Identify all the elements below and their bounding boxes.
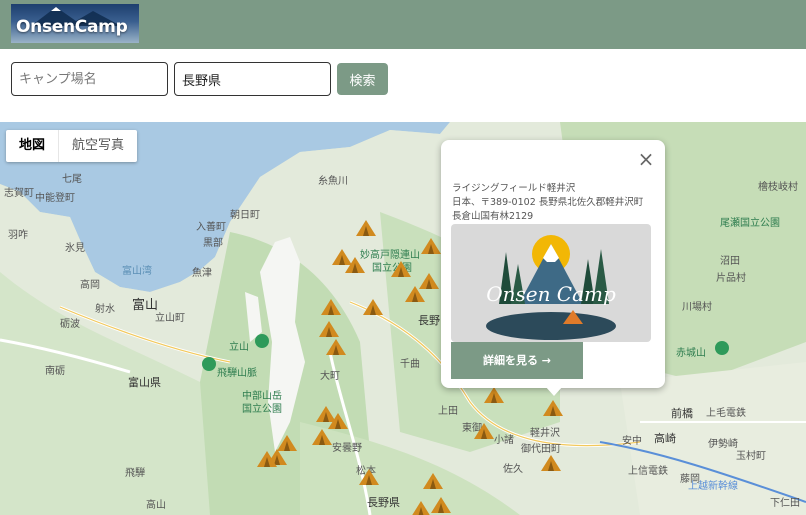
map-type-satellite-button[interactable]: 航空写真: [58, 130, 137, 162]
tent-marker-icon[interactable]: [483, 386, 505, 404]
campsite-address: 日本、〒389-0102 長野県北佐久郡軽井沢町長倉山国有林2129: [452, 197, 644, 222]
tent-marker-icon[interactable]: [422, 472, 444, 490]
map-label: 高岡: [80, 280, 100, 291]
map-label: 南砺: [45, 366, 65, 377]
tent-marker-icon[interactable]: [256, 450, 278, 468]
map-type-map-button[interactable]: 地図: [6, 130, 58, 162]
map-label: 氷見: [65, 243, 85, 254]
map-label: 伊勢崎: [708, 439, 738, 450]
logo-text: OnsenCamp: [16, 17, 128, 37]
map-label: 玉村町: [736, 451, 766, 462]
tent-marker-icon[interactable]: [318, 320, 340, 338]
campsite-name: ライジングフィールド軽井沢: [452, 183, 576, 194]
tent-marker-icon[interactable]: [344, 256, 366, 274]
map-label: 安中: [622, 436, 642, 447]
tent-marker-icon[interactable]: [404, 285, 426, 303]
tent-marker-icon[interactable]: [320, 298, 342, 316]
map-label: 砺波: [60, 319, 80, 330]
map-label: 千曲: [400, 359, 420, 370]
map-type-control: 地図 航空写真: [6, 130, 138, 162]
campsite-name-input[interactable]: [11, 62, 168, 96]
map-label: 片品村: [716, 273, 746, 284]
map-label: 高崎: [654, 432, 676, 445]
map-label: 沼田: [720, 256, 740, 267]
app-header: OnsenCamp: [0, 0, 806, 49]
map-label: 尾瀬国立公園: [720, 218, 780, 229]
map-label: 佐久: [503, 464, 523, 475]
map-label: 前橋: [671, 407, 693, 420]
map-label: 上信電鉄: [628, 466, 668, 477]
tent-marker-icon[interactable]: [430, 496, 452, 514]
tent-marker-icon[interactable]: [390, 260, 412, 278]
close-icon[interactable]: ×: [637, 149, 655, 169]
tent-marker-icon[interactable]: [473, 422, 495, 440]
map-label: 黒部: [203, 238, 223, 249]
map-view[interactable]: 地図 航空写真 七尾 志賀町 中能登町 羽咋 氷見 富山湾 高岡 射水 富山 砺…: [0, 122, 806, 515]
prefecture-input[interactable]: [174, 62, 331, 96]
map-label: 羽咋: [8, 230, 28, 241]
map-label: 入善町: [196, 222, 226, 233]
map-label: 檜枝岐村: [758, 182, 798, 193]
search-button[interactable]: 検索: [337, 63, 388, 95]
map-label: 大町: [320, 371, 340, 382]
campsite-image-caption: Onsen Camp: [486, 282, 616, 306]
map-label: 立山: [229, 342, 249, 353]
map-label: 小諸: [494, 435, 514, 446]
map-label: 軽井沢: [530, 428, 560, 439]
map-label: 高山: [146, 500, 166, 511]
map-label: 国立公園: [242, 404, 282, 415]
tent-marker-icon[interactable]: [540, 454, 562, 472]
tent-marker-icon[interactable]: [362, 298, 384, 316]
map-label: 赤城山: [676, 348, 706, 359]
map-label: 七尾: [62, 174, 82, 185]
tent-marker-icon[interactable]: [325, 338, 347, 356]
map-label: 安曇野: [332, 443, 362, 454]
map-label: 富山県: [128, 376, 161, 389]
map-label: 長野県: [367, 496, 400, 509]
map-label: 志賀町: [4, 188, 34, 199]
map-label: 飛騨山脈: [217, 368, 257, 379]
map-label: 富山湾: [122, 266, 152, 277]
map-label: 中能登町: [35, 193, 75, 204]
map-label: 立山町: [155, 313, 185, 324]
view-details-button[interactable]: 詳細を見る →: [451, 342, 583, 379]
map-label: 御代田町: [521, 444, 561, 455]
map-label: 上毛電鉄: [706, 408, 746, 419]
map-base: [0, 122, 806, 515]
map-label: 朝日町: [230, 210, 260, 221]
tent-marker-icon[interactable]: [410, 500, 432, 515]
map-label: 射水: [95, 304, 115, 315]
tent-marker-icon[interactable]: [358, 468, 380, 486]
tent-marker-icon-selected[interactable]: [542, 399, 564, 417]
popup-tail: [545, 386, 563, 396]
map-label: 魚津: [192, 268, 212, 279]
map-label: 上越新幹線: [688, 481, 738, 492]
search-bar: 検索: [0, 49, 806, 122]
tent-marker-icon[interactable]: [311, 428, 333, 446]
map-label: 下仁田: [770, 498, 800, 509]
tent-marker-icon[interactable]: [420, 237, 442, 255]
map-label: 川場村: [682, 302, 712, 313]
onsencamp-logo[interactable]: OnsenCamp: [11, 4, 139, 43]
map-label: 糸魚川: [318, 176, 348, 187]
map-label: 飛騨: [125, 468, 145, 479]
map-label: 上田: [438, 406, 458, 417]
campsite-image: Onsen Camp: [451, 224, 651, 342]
tent-marker-icon[interactable]: [355, 219, 377, 237]
map-label: 長野: [418, 314, 440, 327]
